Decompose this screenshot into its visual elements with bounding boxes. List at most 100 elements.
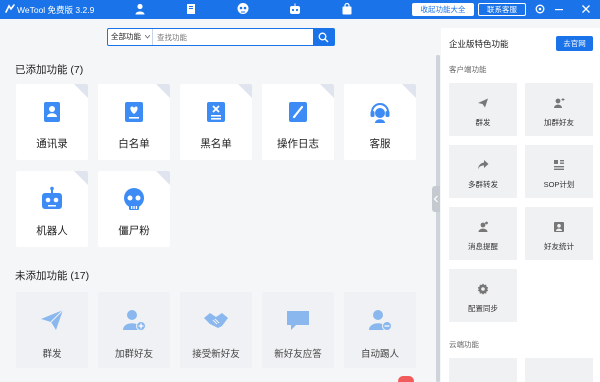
tile-auto-kick[interactable]: 自动踢人	[344, 292, 416, 368]
close-icon[interactable]	[580, 3, 592, 15]
tile-add-group-friend[interactable]: 加群好友	[98, 292, 170, 368]
shopping-bag-icon[interactable]	[340, 2, 354, 16]
contacts-icon	[44, 102, 60, 122]
handshake-icon	[204, 313, 228, 328]
zombie-icon	[124, 188, 144, 210]
kick-user-icon	[369, 310, 392, 331]
ent-tile-label: 多群转发	[468, 180, 498, 189]
chat-bubble-icon	[287, 311, 309, 330]
ent-tile-label: 加群好友	[544, 118, 574, 127]
cloud-features-title: 云端功能	[449, 340, 479, 349]
blacklist-icon	[207, 102, 225, 122]
added-section-title: 已添加功能 (7)	[15, 64, 84, 76]
ent-tile-sop-plan[interactable]: SOP计划	[525, 145, 593, 198]
tile-label: 操作日志	[277, 138, 319, 150]
app-logo-icon	[5, 4, 15, 13]
tile-operation-log[interactable]: 操作日志	[262, 84, 334, 160]
ent-tile-friend-stats[interactable]: 好友统计	[525, 207, 593, 260]
search-bar: 全部功能	[107, 28, 335, 46]
minimize-icon[interactable]	[553, 3, 565, 15]
client-features-title: 客户端功能	[449, 65, 487, 74]
ent-tile-label: SOP计划	[543, 180, 575, 189]
search-button[interactable]	[313, 29, 334, 45]
ent-tile-mass-send[interactable]: 群发	[449, 83, 517, 136]
send-icon	[478, 98, 488, 108]
chevron-left-icon	[433, 195, 438, 203]
search-icon	[318, 32, 329, 43]
scrollbar-thumb[interactable]	[436, 55, 440, 382]
tile-mass-send[interactable]: 群发	[16, 292, 88, 368]
enterprise-panel-title: 企业版特色功能	[449, 39, 509, 49]
tile-zombie-fans[interactable]: 僵尸粉	[98, 171, 170, 247]
whitelist-icon	[125, 102, 143, 122]
book-icon[interactable]	[184, 2, 198, 16]
tile-corner	[320, 84, 334, 98]
tile-customer-service[interactable]: 客服	[344, 84, 416, 160]
person-icon[interactable]	[133, 2, 147, 16]
ent-tile-add-friend[interactable]: 加群好友	[525, 83, 593, 136]
tile-label: 通讯录	[36, 138, 68, 150]
send-icon	[41, 309, 64, 330]
add-group-friend-icon	[123, 310, 146, 331]
tile-corner	[156, 84, 170, 98]
sop-icon	[554, 160, 564, 170]
tile-label: 黑名单	[200, 138, 232, 150]
category-select[interactable]: 全部功能	[108, 29, 153, 45]
ent-tile-multi-forward[interactable]: 多群转发	[449, 145, 517, 198]
tile-label: 接受新好友	[192, 349, 240, 360]
visit-website-label: 去官网	[563, 39, 586, 48]
tile-blacklist[interactable]: 黑名单	[180, 84, 252, 160]
tile-label: 机器人	[36, 225, 68, 237]
not-added-section-title: 未添加功能 (17)	[15, 270, 90, 282]
stats-icon	[554, 222, 564, 232]
log-icon	[289, 102, 307, 122]
tile-new-friend-reply[interactable]: 新好友应答	[262, 292, 334, 368]
tile-label: 客服	[369, 138, 391, 150]
robot-icon[interactable]	[288, 2, 302, 16]
ent-tile-message-reminder[interactable]: 消息提醒	[449, 207, 517, 260]
settings-sync-icon	[477, 283, 489, 295]
skull-icon[interactable]	[236, 2, 250, 16]
robot-icon	[42, 186, 62, 209]
tile-label: 加群好友	[114, 349, 153, 360]
add-friend-icon	[554, 98, 565, 108]
tile-label: 群发	[42, 349, 62, 360]
tile-corner	[238, 84, 252, 98]
tile-label: 僵尸粉	[118, 225, 150, 237]
collapse-features-button[interactable]: 收起功能大全	[412, 3, 474, 16]
ent-tile-label: 配置同步	[468, 304, 498, 313]
ent-tile-cloud-2[interactable]	[525, 358, 593, 382]
bell-icon	[478, 221, 488, 232]
tile-label: 白名单	[118, 138, 150, 150]
service-icon	[370, 103, 390, 123]
collapse-features-label: 收起功能大全	[420, 5, 466, 14]
forward-icon	[478, 160, 489, 170]
tile-accept-friend[interactable]: 接受新好友	[180, 292, 252, 368]
ent-tile-cloud-1[interactable]	[449, 358, 517, 382]
title-bar: WeTool 免费版 3.2.9 收起功能大全 联系客服	[0, 0, 600, 19]
panel-collapse-handle[interactable]	[432, 186, 440, 212]
ent-tile-label: 好友统计	[544, 242, 574, 251]
settings-icon[interactable]	[534, 3, 546, 15]
ent-tile-label: 群发	[475, 118, 491, 127]
ent-tile-config-sync[interactable]: 配置同步	[449, 269, 517, 322]
tile-contacts[interactable]: 通讯录	[16, 84, 88, 160]
tile-label: 自动踢人	[360, 349, 399, 360]
tile-corner	[402, 84, 416, 98]
tile-corner	[156, 171, 170, 185]
tile-whitelist[interactable]: 白名单	[98, 84, 170, 160]
category-select-value: 全部功能	[111, 32, 141, 41]
tile-corner	[74, 84, 88, 98]
chevron-down-icon	[145, 35, 150, 39]
app-title: WeTool 免费版 3.2.9	[17, 5, 95, 15]
visit-website-button[interactable]: 去官网	[556, 36, 593, 51]
tile-corner	[74, 171, 88, 185]
notification-badge	[398, 376, 414, 382]
tile-label: 新好友应答	[274, 349, 322, 360]
search-input[interactable]	[154, 29, 314, 45]
contact-service-label: 联系客服	[487, 5, 517, 14]
enterprise-panel: 企业版特色功能 去官网 客户端功能 群发 加群好友 多群转发 SOP计划 消息提…	[441, 28, 600, 382]
ent-tile-label: 消息提醒	[468, 242, 498, 251]
tile-robot[interactable]: 机器人	[16, 171, 88, 247]
contact-service-button[interactable]: 联系客服	[478, 3, 526, 16]
